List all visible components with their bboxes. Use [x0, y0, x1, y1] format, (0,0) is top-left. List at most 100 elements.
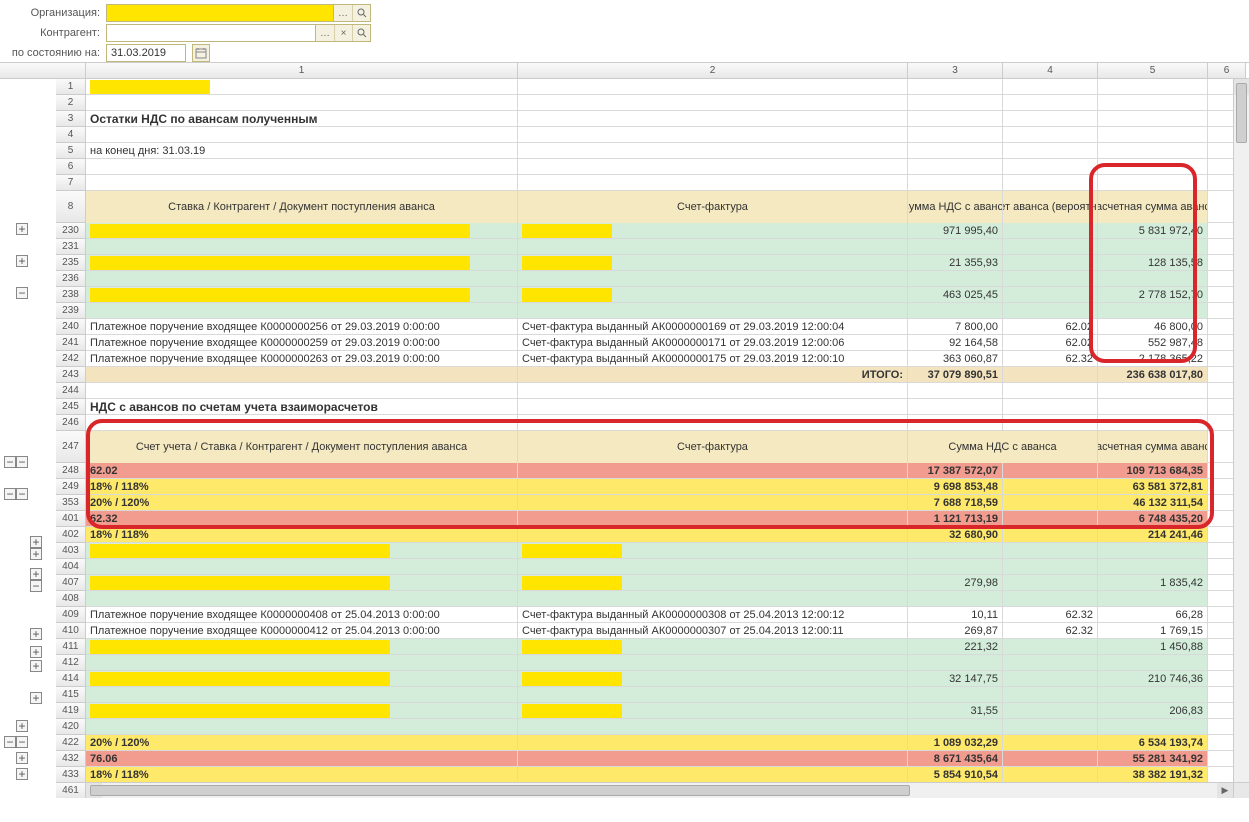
row-number[interactable]: 236	[56, 271, 86, 287]
row-number[interactable]: 419	[56, 703, 86, 719]
app-root: { "filters":{ "org_label":"Организация:"…	[0, 0, 1249, 822]
row-number[interactable]: 4	[56, 127, 86, 143]
row-number[interactable]: 240	[56, 319, 86, 335]
table-row: 20% / 120%7 688 718,5946 132 311,54	[86, 495, 1249, 511]
row-number[interactable]: 1	[56, 79, 86, 95]
row-number[interactable]: 246	[56, 415, 86, 431]
table-row: 20% / 120%1 089 032,296 534 193,74	[86, 735, 1249, 751]
expand-btn[interactable]: +	[16, 752, 28, 764]
collapse-btn[interactable]: −	[16, 736, 28, 748]
row-number[interactable]: 243	[56, 367, 86, 383]
row-number[interactable]: 230	[56, 223, 86, 239]
collapse-btn[interactable]: −	[16, 488, 28, 500]
row-number[interactable]: 415	[56, 687, 86, 703]
row-number[interactable]: 410	[56, 623, 86, 639]
row-number[interactable]: 235	[56, 255, 86, 271]
vertical-scrollbar[interactable]: ▲ ▼	[1233, 79, 1249, 798]
scroll-right-btn[interactable]: ▶	[1217, 783, 1233, 798]
outline-gutter: ++−−−−−+++−+++++−−++	[0, 63, 56, 798]
row-number[interactable]: 408	[56, 591, 86, 607]
row-number[interactable]: 414	[56, 671, 86, 687]
row-number[interactable]: 407	[56, 575, 86, 591]
collapse-btn[interactable]: −	[4, 488, 16, 500]
table-row: Платежное поручение входящее К0000000412…	[86, 623, 1249, 639]
table-row: Платежное поручение входящее К0000000256…	[86, 319, 1249, 335]
row-number[interactable]: 7	[56, 175, 86, 191]
row-number[interactable]: 245	[56, 399, 86, 415]
row-number[interactable]: 242	[56, 351, 86, 367]
col-header[interactable]: 1	[86, 63, 518, 78]
search-icon	[357, 28, 367, 38]
collapse-btn[interactable]: −	[30, 580, 42, 592]
row-number[interactable]: 433	[56, 767, 86, 783]
org-select-btn[interactable]: …	[334, 5, 352, 21]
row-number[interactable]: 420	[56, 719, 86, 735]
table-row: Платежное поручение входящее К0000000259…	[86, 335, 1249, 351]
expand-btn[interactable]: +	[30, 548, 42, 560]
date-label: по состоянию на:	[6, 47, 106, 59]
col-header[interactable]: 5	[1098, 63, 1208, 78]
collapse-btn[interactable]: −	[16, 287, 28, 299]
table-row	[86, 271, 1249, 287]
calendar-btn[interactable]	[192, 44, 210, 62]
row-number[interactable]: 353	[56, 495, 86, 511]
col-header[interactable]: 6	[1208, 63, 1246, 78]
contr-select-btn[interactable]: …	[316, 25, 334, 41]
table-row: 31,55206,83	[86, 703, 1249, 719]
row-number[interactable]: 461	[56, 783, 86, 798]
collapse-btn[interactable]: −	[4, 456, 16, 468]
row-number[interactable]: 412	[56, 655, 86, 671]
row-number[interactable]: 401	[56, 511, 86, 527]
row-number[interactable]: 248	[56, 463, 86, 479]
row-number[interactable]: 411	[56, 639, 86, 655]
row-number[interactable]: 2	[56, 95, 86, 111]
table-row: Счет учета / Ставка / Контрагент / Докум…	[86, 431, 1249, 463]
contr-input[interactable]: … ×	[106, 24, 371, 42]
row-number[interactable]: 231	[56, 239, 86, 255]
expand-btn[interactable]: +	[16, 223, 28, 235]
contr-search-btn[interactable]	[352, 25, 370, 41]
row-number[interactable]: 238	[56, 287, 86, 303]
expand-btn[interactable]: +	[30, 646, 42, 658]
row-number[interactable]: 244	[56, 383, 86, 399]
org-input[interactable]: …	[106, 4, 371, 22]
expand-btn[interactable]: +	[16, 768, 28, 780]
date-input[interactable]: 31.03.2019	[106, 44, 186, 62]
collapse-btn[interactable]: −	[16, 456, 28, 468]
row-number[interactable]: 422	[56, 735, 86, 751]
row-number[interactable]: 404	[56, 559, 86, 575]
row-number[interactable]: 8	[56, 191, 86, 223]
col-header[interactable]: 3	[908, 63, 1003, 78]
row-number[interactable]: 247	[56, 431, 86, 463]
collapse-btn[interactable]: −	[4, 736, 16, 748]
row-number[interactable]: 3	[56, 111, 86, 127]
org-label: Организация:	[6, 7, 106, 19]
org-search-btn[interactable]	[352, 5, 370, 21]
table-row	[86, 239, 1249, 255]
expand-btn[interactable]: +	[16, 720, 28, 732]
row-number[interactable]: 5	[56, 143, 86, 159]
horizontal-scrollbar[interactable]: ◀ ▶	[86, 782, 1233, 798]
row-number[interactable]: 6	[56, 159, 86, 175]
expand-btn[interactable]: +	[30, 660, 42, 672]
col-header[interactable]: 2	[518, 63, 908, 78]
table-row	[86, 383, 1249, 399]
row-number[interactable]: 402	[56, 527, 86, 543]
row-number[interactable]: 239	[56, 303, 86, 319]
table-row: 18% / 118%5 854 910,5438 382 191,32	[86, 767, 1249, 783]
table-row: Платежное поручение входящее К0000000263…	[86, 351, 1249, 367]
row-number[interactable]: 249	[56, 479, 86, 495]
expand-btn[interactable]: +	[30, 692, 42, 704]
row-number[interactable]: 403	[56, 543, 86, 559]
table-row	[86, 591, 1249, 607]
col-header[interactable]: 4	[1003, 63, 1098, 78]
row-number[interactable]: 241	[56, 335, 86, 351]
row-number[interactable]: 432	[56, 751, 86, 767]
scroll-thumb[interactable]	[1236, 83, 1247, 143]
expand-btn[interactable]: +	[16, 255, 28, 267]
hscroll-thumb[interactable]	[90, 785, 910, 796]
contr-clear-btn[interactable]: ×	[334, 25, 352, 41]
column-headers: 123456	[86, 63, 1249, 79]
expand-btn[interactable]: +	[30, 628, 42, 640]
row-number[interactable]: 409	[56, 607, 86, 623]
